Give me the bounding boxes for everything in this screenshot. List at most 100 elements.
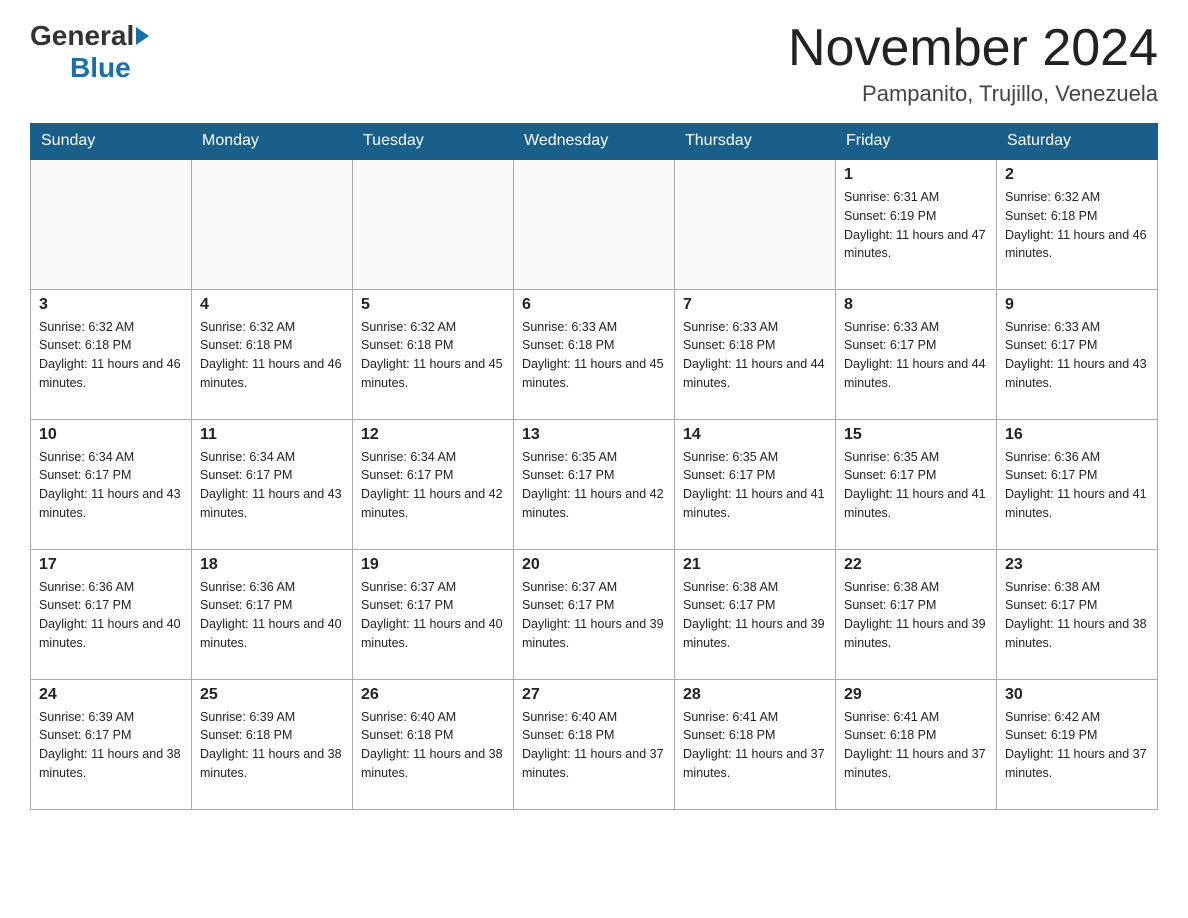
day-info: Sunrise: 6:32 AM Sunset: 6:18 PM Dayligh… <box>361 318 505 393</box>
calendar-cell: 23 Sunrise: 6:38 AM Sunset: 6:17 PM Dayli… <box>997 549 1158 679</box>
day-info: Sunrise: 6:31 AM Sunset: 6:19 PM Dayligh… <box>844 188 988 263</box>
day-info: Sunrise: 6:36 AM Sunset: 6:17 PM Dayligh… <box>39 578 183 653</box>
calendar-cell: 29 Sunrise: 6:41 AM Sunset: 6:18 PM Dayli… <box>836 679 997 809</box>
day-number: 22 <box>844 556 988 574</box>
col-header-wednesday: Wednesday <box>514 124 675 160</box>
calendar-cell: 26Sunrise: 6:40 AM Sunset: 6:18 PM Dayli… <box>353 679 514 809</box>
calendar-cell: 21 Sunrise: 6:38 AM Sunset: 6:17 PM Dayli… <box>675 549 836 679</box>
calendar-week-row: 1 Sunrise: 6:31 AM Sunset: 6:19 PM Daylig… <box>31 159 1158 289</box>
day-number: 8 <box>844 296 988 314</box>
col-header-friday: Friday <box>836 124 997 160</box>
day-info: Sunrise: 6:33 AM Sunset: 6:18 PM Dayligh… <box>522 318 666 393</box>
calendar-week-row: 17Sunrise: 6:36 AM Sunset: 6:17 PM Dayli… <box>31 549 1158 679</box>
day-info: Sunrise: 6:33 AM Sunset: 6:17 PM Dayligh… <box>1005 318 1149 393</box>
day-number: 19 <box>361 556 505 574</box>
day-info: Sunrise: 6:33 AM Sunset: 6:18 PM Dayligh… <box>683 318 827 393</box>
day-info: Sunrise: 6:39 AM Sunset: 6:17 PM Dayligh… <box>39 708 183 783</box>
logo-bottom-row: Blue <box>30 52 149 84</box>
day-number: 24 <box>39 686 183 704</box>
calendar-cell: 22 Sunrise: 6:38 AM Sunset: 6:17 PM Dayli… <box>836 549 997 679</box>
calendar-cell: 8 Sunrise: 6:33 AM Sunset: 6:17 PM Daylig… <box>836 289 997 419</box>
calendar-cell: 6Sunrise: 6:33 AM Sunset: 6:18 PM Daylig… <box>514 289 675 419</box>
calendar-cell: 16 Sunrise: 6:36 AM Sunset: 6:17 PM Dayli… <box>997 419 1158 549</box>
day-info: Sunrise: 6:40 AM Sunset: 6:18 PM Dayligh… <box>522 708 666 783</box>
day-info: Sunrise: 6:33 AM Sunset: 6:17 PM Dayligh… <box>844 318 988 393</box>
calendar-cell: 1 Sunrise: 6:31 AM Sunset: 6:19 PM Daylig… <box>836 159 997 289</box>
calendar-cell: 12Sunrise: 6:34 AM Sunset: 6:17 PM Dayli… <box>353 419 514 549</box>
calendar-cell: 11 Sunrise: 6:34 AM Sunset: 6:17 PM Dayli… <box>192 419 353 549</box>
calendar-cell: 19 Sunrise: 6:37 AM Sunset: 6:17 PM Dayli… <box>353 549 514 679</box>
calendar-cell: 24 Sunrise: 6:39 AM Sunset: 6:17 PM Dayli… <box>31 679 192 809</box>
calendar-cell <box>31 159 192 289</box>
logo-top-row: General <box>30 20 149 52</box>
calendar-week-row: 24 Sunrise: 6:39 AM Sunset: 6:17 PM Dayli… <box>31 679 1158 809</box>
day-info: Sunrise: 6:42 AM Sunset: 6:19 PM Dayligh… <box>1005 708 1149 783</box>
col-header-thursday: Thursday <box>675 124 836 160</box>
day-number: 29 <box>844 686 988 704</box>
day-number: 5 <box>361 296 505 314</box>
calendar-cell: 30 Sunrise: 6:42 AM Sunset: 6:19 PM Dayli… <box>997 679 1158 809</box>
calendar-cell: 3 Sunrise: 6:32 AM Sunset: 6:18 PM Daylig… <box>31 289 192 419</box>
day-info: Sunrise: 6:38 AM Sunset: 6:17 PM Dayligh… <box>1005 578 1149 653</box>
day-info: Sunrise: 6:32 AM Sunset: 6:18 PM Dayligh… <box>39 318 183 393</box>
day-info: Sunrise: 6:32 AM Sunset: 6:18 PM Dayligh… <box>200 318 344 393</box>
page-header: General Blue November 2024 Pampanito, Tr… <box>30 20 1158 107</box>
day-info: Sunrise: 6:37 AM Sunset: 6:17 PM Dayligh… <box>361 578 505 653</box>
day-number: 23 <box>1005 556 1149 574</box>
col-header-monday: Monday <box>192 124 353 160</box>
day-info: Sunrise: 6:34 AM Sunset: 6:17 PM Dayligh… <box>361 448 505 523</box>
day-number: 11 <box>200 426 344 444</box>
day-info: Sunrise: 6:34 AM Sunset: 6:17 PM Dayligh… <box>200 448 344 523</box>
day-number: 14 <box>683 426 827 444</box>
day-number: 20 <box>522 556 666 574</box>
location-subtitle: Pampanito, Trujillo, Venezuela <box>788 81 1158 107</box>
day-number: 15 <box>844 426 988 444</box>
day-info: Sunrise: 6:38 AM Sunset: 6:17 PM Dayligh… <box>844 578 988 653</box>
calendar-cell: 20Sunrise: 6:37 AM Sunset: 6:17 PM Dayli… <box>514 549 675 679</box>
month-title: November 2024 <box>788 20 1158 77</box>
day-number: 30 <box>1005 686 1149 704</box>
day-number: 18 <box>200 556 344 574</box>
day-info: Sunrise: 6:34 AM Sunset: 6:17 PM Dayligh… <box>39 448 183 523</box>
day-number: 25 <box>200 686 344 704</box>
logo-blue-text: Blue <box>70 52 131 84</box>
calendar-cell: 13 Sunrise: 6:35 AM Sunset: 6:17 PM Dayli… <box>514 419 675 549</box>
day-info: Sunrise: 6:35 AM Sunset: 6:17 PM Dayligh… <box>844 448 988 523</box>
day-info: Sunrise: 6:36 AM Sunset: 6:17 PM Dayligh… <box>200 578 344 653</box>
calendar-table: SundayMondayTuesdayWednesdayThursdayFrid… <box>30 123 1158 810</box>
calendar-cell: 9 Sunrise: 6:33 AM Sunset: 6:17 PM Daylig… <box>997 289 1158 419</box>
day-info: Sunrise: 6:35 AM Sunset: 6:17 PM Dayligh… <box>683 448 827 523</box>
day-number: 9 <box>1005 296 1149 314</box>
day-number: 26 <box>361 686 505 704</box>
day-info: Sunrise: 6:36 AM Sunset: 6:17 PM Dayligh… <box>1005 448 1149 523</box>
calendar-cell: 18 Sunrise: 6:36 AM Sunset: 6:17 PM Dayli… <box>192 549 353 679</box>
day-info: Sunrise: 6:32 AM Sunset: 6:18 PM Dayligh… <box>1005 188 1149 263</box>
calendar-cell <box>675 159 836 289</box>
calendar-cell: 27 Sunrise: 6:40 AM Sunset: 6:18 PM Dayli… <box>514 679 675 809</box>
calendar-cell: 28 Sunrise: 6:41 AM Sunset: 6:18 PM Dayli… <box>675 679 836 809</box>
calendar-cell: 2 Sunrise: 6:32 AM Sunset: 6:18 PM Daylig… <box>997 159 1158 289</box>
calendar-cell: 14 Sunrise: 6:35 AM Sunset: 6:17 PM Dayli… <box>675 419 836 549</box>
calendar-week-row: 3 Sunrise: 6:32 AM Sunset: 6:18 PM Daylig… <box>31 289 1158 419</box>
day-number: 27 <box>522 686 666 704</box>
calendar-cell: 5 Sunrise: 6:32 AM Sunset: 6:18 PM Daylig… <box>353 289 514 419</box>
day-number: 16 <box>1005 426 1149 444</box>
logo-general-text: General <box>30 20 134 52</box>
day-number: 28 <box>683 686 827 704</box>
day-info: Sunrise: 6:35 AM Sunset: 6:17 PM Dayligh… <box>522 448 666 523</box>
day-info: Sunrise: 6:41 AM Sunset: 6:18 PM Dayligh… <box>844 708 988 783</box>
calendar-cell: 25Sunrise: 6:39 AM Sunset: 6:18 PM Dayli… <box>192 679 353 809</box>
day-info: Sunrise: 6:38 AM Sunset: 6:17 PM Dayligh… <box>683 578 827 653</box>
calendar-cell <box>514 159 675 289</box>
title-block: November 2024 Pampanito, Trujillo, Venez… <box>788 20 1158 107</box>
calendar-cell: 7Sunrise: 6:33 AM Sunset: 6:18 PM Daylig… <box>675 289 836 419</box>
day-number: 1 <box>844 166 988 184</box>
day-number: 21 <box>683 556 827 574</box>
day-info: Sunrise: 6:41 AM Sunset: 6:18 PM Dayligh… <box>683 708 827 783</box>
day-number: 2 <box>1005 166 1149 184</box>
day-number: 4 <box>200 296 344 314</box>
day-number: 13 <box>522 426 666 444</box>
day-number: 3 <box>39 296 183 314</box>
calendar-header-row: SundayMondayTuesdayWednesdayThursdayFrid… <box>31 124 1158 160</box>
calendar-cell: 15 Sunrise: 6:35 AM Sunset: 6:17 PM Dayli… <box>836 419 997 549</box>
